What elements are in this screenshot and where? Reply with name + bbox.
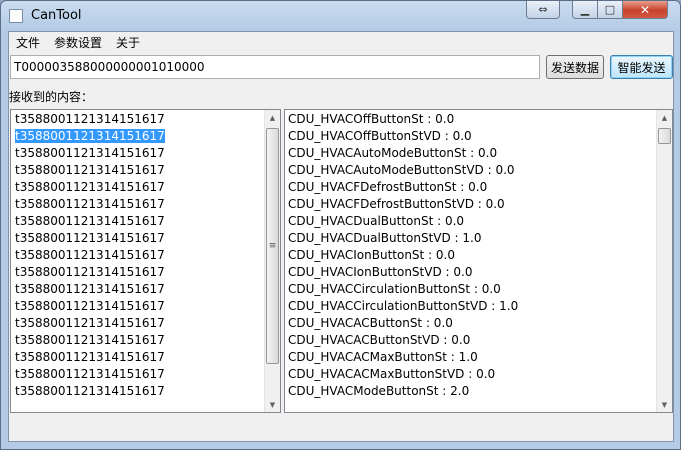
scroll-up-icon[interactable]: ▲ — [657, 110, 672, 125]
signal-item[interactable]: CDU_HVACIonButtonSt : 0.0 — [285, 247, 656, 264]
client-area: 文件 参数设置 关于 发送数据 智能发送 接收到的内容： t3588001121… — [8, 31, 674, 442]
scroll-thumb[interactable]: ≡ — [266, 128, 279, 364]
signal-item-text: CDU_HVACAutoModeButtonStVD : 0.0 — [288, 163, 515, 177]
signal-item[interactable]: CDU_HVACDualButtonStVD : 1.0 — [285, 230, 656, 247]
signal-item[interactable]: CDU_HVACFDefrostButtonStVD : 0.0 — [285, 196, 656, 213]
scroll-thumb[interactable] — [658, 128, 671, 144]
signal-item[interactable]: CDU_HVACACMaxButtonSt : 1.0 — [285, 349, 656, 366]
signal-item-text: CDU_HVACOffButtonStVD : 0.0 — [288, 129, 472, 143]
raw-frame-item-text: t3588001121314151617 — [15, 299, 165, 313]
raw-frame-item-text: t3588001121314151617 — [15, 180, 165, 194]
signal-item[interactable]: CDU_HVACAutoModeButtonSt : 0.0 — [285, 145, 656, 162]
status-bar — [9, 417, 673, 441]
right-scrollbar[interactable]: ▲ ▼ — [656, 110, 672, 412]
raw-frame-item[interactable]: t3588001121314151617 — [11, 383, 264, 400]
scroll-up-icon[interactable]: ▲ — [265, 110, 280, 125]
signal-item-text: CDU_HVACCirculationButtonSt : 0.0 — [288, 282, 501, 296]
signal-item-text: CDU_HVACACMaxButtonStVD : 0.0 — [288, 367, 496, 381]
signal-item[interactable]: CDU_HVACOffButtonStVD : 0.0 — [285, 128, 656, 145]
raw-frame-item-text: t3588001121314151617 — [15, 265, 165, 279]
raw-frame-item-text: t3588001121314151617 — [15, 333, 165, 347]
raw-frame-item[interactable]: t3588001121314151617 — [11, 349, 264, 366]
menu-file[interactable]: 文件 — [16, 34, 40, 51]
raw-frame-item[interactable]: t3588001121314151617 — [11, 281, 264, 298]
raw-frame-item-text: t3588001121314151617 — [15, 112, 165, 126]
raw-frame-item[interactable]: t3588001121314151617 — [11, 247, 264, 264]
signal-item[interactable]: CDU_HVACOffButtonSt : 0.0 — [285, 111, 656, 128]
raw-frame-item-text: t3588001121314151617 — [15, 384, 165, 398]
restore-icon[interactable]: ⇔ — [526, 1, 560, 19]
menu-about[interactable]: 关于 — [116, 34, 140, 51]
close-icon[interactable]: ✕ — [622, 1, 668, 19]
menu-bar: 文件 参数设置 关于 — [9, 32, 673, 51]
title-bar[interactable]: CanTool ⇔ ▁ □ ✕ — [1, 1, 680, 31]
signal-item-text: CDU_HVACIonButtonSt : 0.0 — [288, 248, 456, 262]
signal-item-text: CDU_HVACDualButtonStVD : 1.0 — [288, 231, 482, 245]
raw-frame-item[interactable]: t3588001121314151617 — [11, 332, 264, 349]
signal-item-text: CDU_HVACIonButtonStVD : 0.0 — [288, 265, 473, 279]
raw-frame-item[interactable]: t3588001121314151617 — [11, 162, 264, 179]
signal-item-text: CDU_HVACModeButtonSt : 2.0 — [288, 384, 470, 398]
raw-frame-item-text: t3588001121314151617 — [15, 316, 165, 330]
raw-frame-item-text: t3588001121314151617 — [15, 282, 165, 296]
menu-params[interactable]: 参数设置 — [54, 34, 102, 51]
maximize-icon[interactable]: □ — [597, 1, 623, 19]
parsed-signals-list[interactable]: CDU_HVACOffButtonSt : 0.0 CDU_HVACOffButt… — [284, 109, 673, 413]
raw-frame-item[interactable]: t3588001121314151617 — [11, 145, 264, 162]
signal-item[interactable]: CDU_HVACFDefrostButtonSt : 0.0 — [285, 179, 656, 196]
raw-frame-item-text: t3588001121314151617 — [15, 146, 165, 160]
app-window: CanTool ⇔ ▁ □ ✕ 文件 参数设置 关于 发送数据 智能发送 接收到… — [0, 0, 681, 450]
raw-frame-item-text: t3588001121314151617 — [15, 197, 165, 211]
scroll-down-icon[interactable]: ▼ — [657, 397, 672, 412]
received-label: 接收到的内容： — [9, 90, 94, 104]
app-icon — [9, 9, 23, 23]
raw-frame-item-text: t3588001121314151617 — [15, 367, 165, 381]
raw-frame-item[interactable]: t3588001121314151617 — [11, 315, 264, 332]
raw-frame-item[interactable]: t3588001121314151617 — [11, 111, 264, 128]
raw-frame-item-text: t3588001121314151617 — [15, 214, 165, 228]
scroll-down-icon[interactable]: ▼ — [265, 397, 280, 412]
raw-frame-item-text: t3588001121314151617 — [15, 231, 165, 245]
minimize-icon[interactable]: ▁ — [572, 1, 598, 19]
signal-item-text: CDU_HVACFDefrostButtonStVD : 0.0 — [288, 197, 505, 211]
signal-item[interactable]: CDU_HVACIonButtonStVD : 0.0 — [285, 264, 656, 281]
signal-item-text: CDU_HVACCirculationButtonStVD : 1.0 — [288, 299, 519, 313]
raw-frame-item-text: t3588001121314151617 — [15, 350, 165, 364]
raw-frame-item[interactable]: t3588001121314151617 — [11, 213, 264, 230]
signal-item[interactable]: CDU_HVACACMaxButtonStVD : 0.0 — [285, 366, 656, 383]
raw-frame-item[interactable]: t3588001121314151617 — [11, 366, 264, 383]
raw-frame-item[interactable]: t3588001121314151617 — [11, 196, 264, 213]
smart-send-button[interactable]: 智能发送 — [610, 55, 673, 79]
signal-item[interactable]: CDU_HVACACButtonSt : 0.0 — [285, 315, 656, 332]
signal-item-text: CDU_HVACACButtonSt : 0.0 — [288, 316, 453, 330]
signal-item-text: CDU_HVACOffButtonSt : 0.0 — [288, 112, 455, 126]
signal-item[interactable]: CDU_HVACCirculationButtonSt : 0.0 — [285, 281, 656, 298]
signal-item-text: CDU_HVACFDefrostButtonSt : 0.0 — [288, 180, 488, 194]
left-scrollbar[interactable]: ▲ ≡ ▼ — [264, 110, 280, 412]
signal-item-text: CDU_HVACACButtonStVD : 0.0 — [288, 333, 471, 347]
window-title: CanTool — [31, 8, 82, 23]
signal-item-text: CDU_HVACAutoModeButtonSt : 0.0 — [288, 146, 498, 160]
raw-frame-item[interactable]: t3588001121314151617 — [11, 179, 264, 196]
signal-item[interactable]: CDU_HVACAutoModeButtonStVD : 0.0 — [285, 162, 656, 179]
raw-frame-item-text: t3588001121314151617 — [15, 248, 165, 262]
signal-item[interactable]: CDU_HVACCirculationButtonStVD : 1.0 — [285, 298, 656, 315]
command-input[interactable] — [10, 55, 540, 79]
raw-frame-item[interactable]: t3588001121314151617 — [11, 298, 264, 315]
send-data-button[interactable]: 发送数据 — [546, 55, 604, 79]
raw-frame-item[interactable]: t3588001121314151617 — [11, 128, 264, 145]
raw-frame-item[interactable]: t3588001121314151617 — [11, 230, 264, 247]
signal-item[interactable]: CDU_HVACModeButtonSt : 2.0 — [285, 383, 656, 400]
signal-item-text: CDU_HVACDualButtonSt : 0.0 — [288, 214, 465, 228]
signal-item[interactable]: CDU_HVACACButtonStVD : 0.0 — [285, 332, 656, 349]
signal-item-text: CDU_HVACACMaxButtonSt : 1.0 — [288, 350, 478, 364]
raw-frame-item-text: t3588001121314151617 — [15, 163, 165, 177]
raw-frame-item[interactable]: t3588001121314151617 — [11, 264, 264, 281]
received-raw-list[interactable]: t3588001121314151617 t3588001121314151617… — [10, 109, 281, 413]
raw-frame-item-text: t3588001121314151617 — [15, 129, 165, 143]
signal-item[interactable]: CDU_HVACDualButtonSt : 0.0 — [285, 213, 656, 230]
